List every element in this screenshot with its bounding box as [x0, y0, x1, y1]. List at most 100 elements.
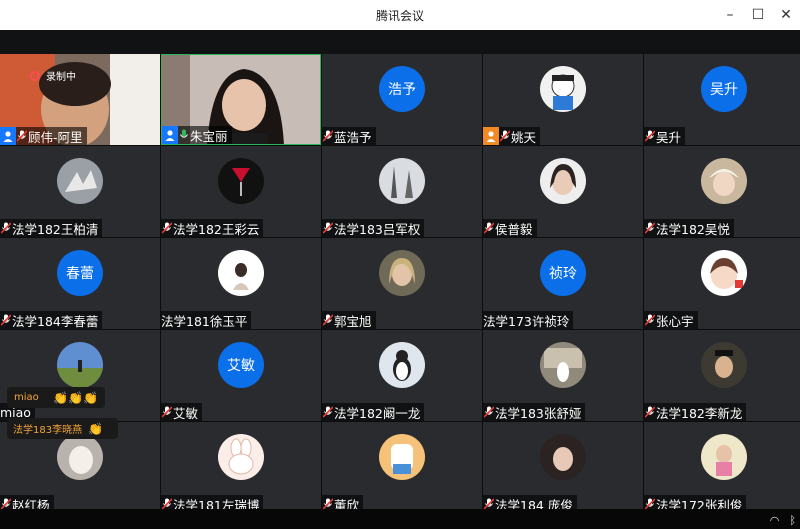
mic-muted-icon	[499, 127, 511, 145]
avatar	[379, 158, 425, 204]
avatar	[57, 342, 103, 388]
participant-tile[interactable]: 法学182王柏清	[0, 146, 160, 237]
participant-tile[interactable]: 浩予 蓝浩予	[322, 54, 482, 145]
avatar	[701, 434, 747, 480]
top-band	[0, 30, 800, 54]
bluetooth-icon[interactable]: ᛒ	[789, 514, 796, 527]
recording-indicator: 录制中	[30, 68, 76, 83]
participant-name: 法学184李春蕾	[12, 313, 99, 329]
mic-on-icon	[178, 126, 190, 144]
avatar	[701, 342, 747, 388]
mic-muted-icon	[644, 311, 656, 329]
window-title: 腾讯会议	[375, 8, 424, 23]
participant-tile[interactable]: 春蕾 法学184李春蕾	[0, 238, 160, 329]
participant-name: 法学182王柏清	[12, 221, 99, 237]
participant-tile[interactable]: 侯普毅	[483, 146, 643, 237]
name-label: 法学183张舒娅	[483, 403, 586, 421]
participant-tile[interactable]: 法学182阚一龙	[322, 330, 482, 421]
maximize-button[interactable]: ☐	[744, 0, 772, 30]
clap-icon: 👏👏👏	[53, 390, 98, 405]
minimize-button[interactable]: –	[716, 0, 744, 30]
avatar	[540, 66, 586, 112]
participant-tile[interactable]: 祯玲 法学173许祯玲	[483, 238, 643, 329]
window-controls: – ☐ ✕	[716, 0, 800, 30]
host-icon	[162, 126, 178, 144]
name-label: 法学182吴悦	[644, 219, 734, 237]
participant-tile[interactable]: 法学181徐玉平	[161, 238, 321, 329]
mic-muted-icon	[644, 219, 656, 237]
avatar	[218, 434, 264, 480]
participant-name: 法学182阚一龙	[334, 405, 421, 421]
avatar	[540, 434, 586, 480]
mic-muted-icon	[644, 403, 656, 421]
name-label: 顾伟-阿里	[0, 127, 87, 145]
avatar	[379, 434, 425, 480]
participant-tile[interactable]: 法学182王彩云	[161, 146, 321, 237]
participant-tile[interactable]: 郭宝旭	[322, 238, 482, 329]
participant-tile[interactable]: 艾敏 艾敏	[161, 330, 321, 421]
mic-muted-icon	[322, 311, 334, 329]
host-icon	[483, 127, 499, 145]
participant-name: 法学182吴悦	[656, 221, 730, 237]
name-label: 朱宝丽	[162, 126, 232, 144]
avatar	[57, 434, 103, 480]
participant-tile[interactable]: 法学181左瑞博	[161, 422, 321, 513]
name-label: 郭宝旭	[322, 311, 376, 329]
participant-tile[interactable]: 法学182吴悦	[644, 146, 800, 237]
participant-tile[interactable]: 法学172张利俊	[644, 422, 800, 513]
system-tray: ◠ ᛒ	[770, 514, 796, 527]
participant-name: 法学182李新龙	[656, 405, 743, 421]
mic-muted-icon	[161, 403, 173, 421]
reaction-bubble: 法学183李晓燕 👏	[7, 418, 118, 439]
name-label: 吴升	[644, 127, 686, 145]
recording-icon	[30, 70, 40, 81]
participant-tile[interactable]: 法学183张舒娅	[483, 330, 643, 421]
participant-tile[interactable]: 董欣	[322, 422, 482, 513]
avatar	[57, 158, 103, 204]
participant-name: 法学183吕军权	[334, 221, 421, 237]
name-label: 法学182阚一龙	[322, 403, 425, 421]
participant-tile[interactable]: 朱宝丽	[161, 54, 321, 145]
avatar	[379, 250, 425, 296]
participant-name: 艾敏	[173, 405, 199, 421]
participant-name: 法学173许祯玲	[483, 313, 570, 329]
participant-name: 顾伟-阿里	[28, 129, 83, 145]
participant-name: 吴升	[656, 129, 682, 145]
reaction-sender: miao	[14, 392, 39, 403]
close-button[interactable]: ✕	[772, 0, 800, 30]
name-label: 法学184李春蕾	[0, 311, 103, 329]
name-label: 法学183吕军权	[322, 219, 425, 237]
bottom-bar: ◠ ᛒ	[0, 509, 800, 529]
mic-muted-icon	[16, 127, 28, 145]
participant-name: 蓝浩予	[334, 129, 372, 145]
avatar	[701, 158, 747, 204]
participant-tile[interactable]: 姚天	[483, 54, 643, 145]
host-icon	[0, 127, 16, 145]
participant-tile[interactable]: 张心宇	[644, 238, 800, 329]
mic-muted-icon	[483, 403, 495, 421]
avatar: 浩予	[379, 66, 425, 112]
participant-tile[interactable]: 吴升 吴升	[644, 54, 800, 145]
name-label: 侯普毅	[483, 219, 537, 237]
participant-tile[interactable]: 法学184 庞俊	[483, 422, 643, 513]
mic-muted-icon	[322, 219, 334, 237]
reaction-bubble: miao 👏👏👏	[7, 387, 105, 408]
title-bar: 腾讯会议 – ☐ ✕	[0, 0, 800, 30]
name-label: 法学182王柏清	[0, 219, 103, 237]
participant-tile[interactable]: 法学182李新龙	[644, 330, 800, 421]
avatar	[379, 342, 425, 388]
participant-name: 朱宝丽	[190, 128, 228, 144]
avatar	[701, 250, 747, 296]
wifi-icon[interactable]: ◠	[770, 514, 780, 527]
participant-tile[interactable]: 法学183吕军权	[322, 146, 482, 237]
participant-name: 法学182王彩云	[173, 221, 260, 237]
participant-grid: 录制中 顾伟-阿里 朱宝丽 浩予 蓝浩予 姚天 吴升 吴升 法学182王柏清 法…	[0, 54, 800, 513]
name-label: 艾敏	[161, 403, 203, 421]
participant-tile[interactable]: 录制中 顾伟-阿里	[0, 54, 160, 145]
participant-name: 姚天	[511, 129, 537, 145]
avatar: 春蕾	[57, 250, 103, 296]
avatar: 吴升	[701, 66, 747, 112]
clap-icon: 👏	[88, 421, 104, 436]
avatar	[540, 158, 586, 204]
participant-name: 侯普毅	[495, 221, 533, 237]
